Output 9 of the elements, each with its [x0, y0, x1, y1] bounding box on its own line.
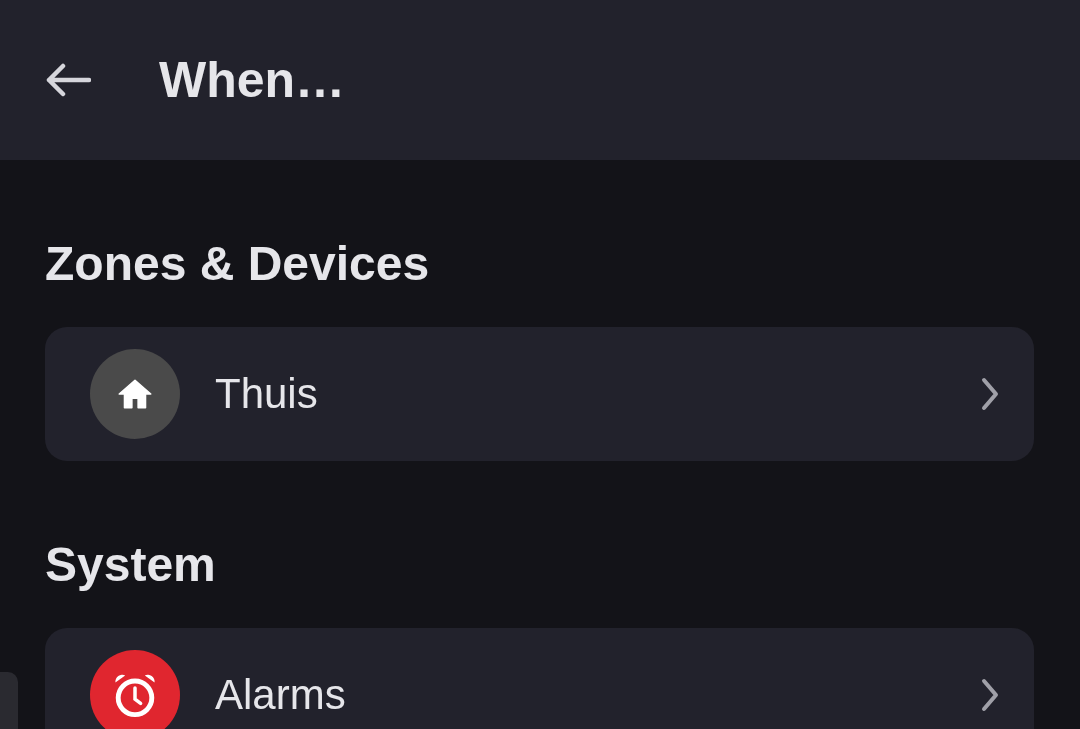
item-label: Alarms — [215, 671, 347, 719]
list-item-card[interactable]: Alarms — [45, 628, 1034, 729]
section-heading: System — [45, 537, 217, 593]
chevron-right-icon — [980, 677, 1000, 713]
chevron-right-icon — [980, 376, 1000, 412]
list-item-card[interactable]: Thuis — [45, 327, 1034, 461]
item-label: Thuis — [215, 370, 319, 418]
page-title: When… — [159, 51, 346, 109]
section-heading: Zones & Devices — [45, 236, 431, 292]
